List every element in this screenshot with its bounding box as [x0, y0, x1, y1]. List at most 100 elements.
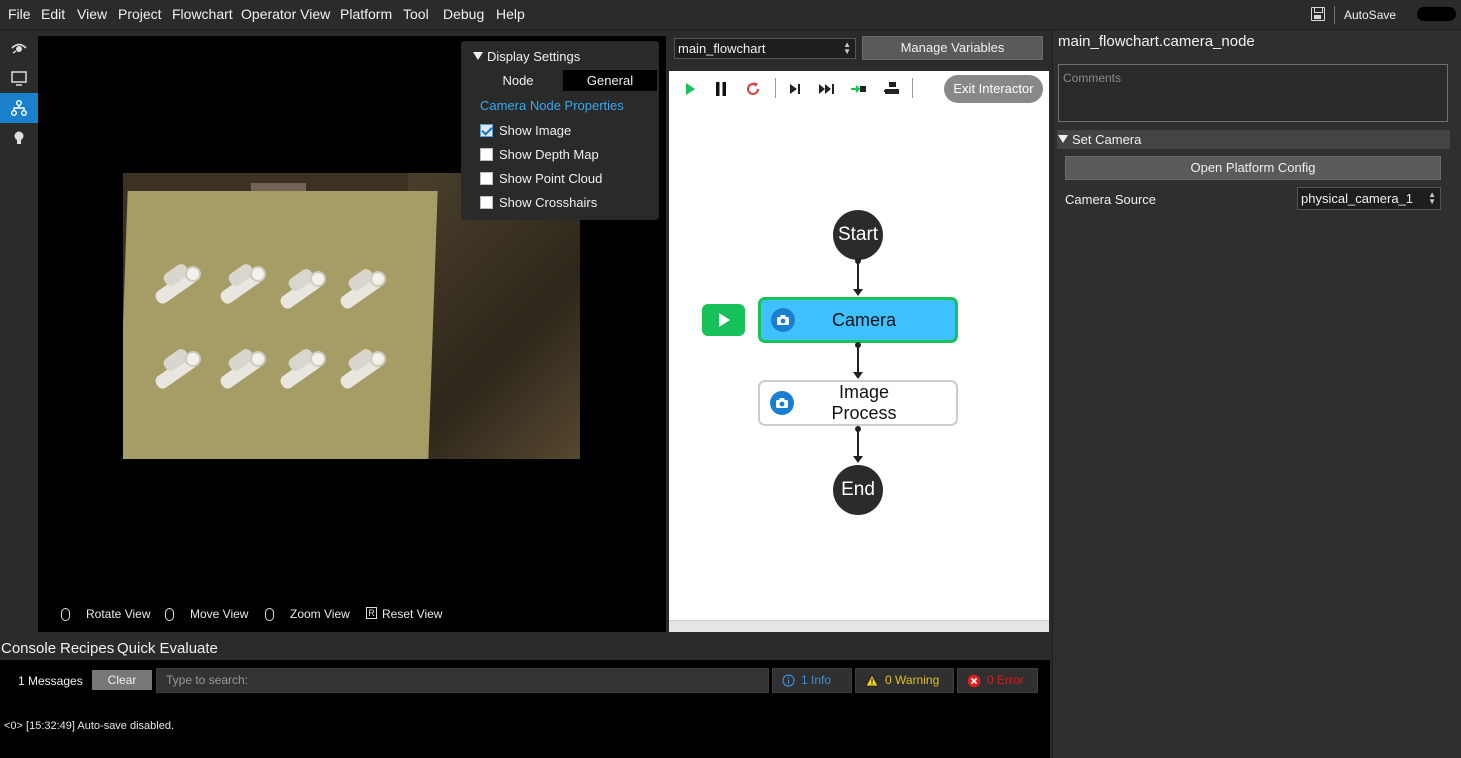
manage-variables-button[interactable]: Manage Variables [862, 36, 1043, 60]
open-platform-config-button[interactable]: Open Platform Config [1065, 156, 1441, 180]
step-over-button[interactable] [817, 79, 837, 99]
flowchart-icon [11, 100, 27, 116]
rail-operator[interactable] [0, 63, 38, 93]
breakpoint-icon [851, 85, 866, 93]
rotate-view-label: Rotate View [86, 607, 151, 621]
flowchart-select-value: main_flowchart [678, 41, 766, 56]
info-filter-button[interactable]: 1 Info [772, 668, 852, 693]
robot-icon [884, 82, 899, 94]
menu-help[interactable]: Help [496, 6, 525, 22]
select-arrows-icon: ▲ ▼ [1428, 190, 1436, 206]
restart-icon [747, 82, 759, 95]
reset-key-icon: R [366, 607, 377, 619]
error-count: 0 Error [987, 673, 1024, 687]
eye-scan-icon [11, 43, 27, 54]
start-node[interactable]: Start [833, 210, 883, 260]
exit-interactor-button[interactable]: Exit Interactor [944, 75, 1043, 103]
run-button[interactable] [680, 79, 700, 99]
show-point-cloud-label: Show Point Cloud [499, 170, 603, 186]
flowchart-select[interactable]: main_flowchart ▲ ▼ [674, 38, 856, 59]
option-show-image[interactable]: Show Image [480, 122, 571, 138]
connector-arrow [853, 456, 863, 463]
step-icon [790, 84, 800, 94]
autosave-toggle[interactable] [1417, 7, 1456, 21]
menu-debug[interactable]: Debug [443, 6, 484, 22]
left-rail [0, 30, 38, 632]
monitor-icon [11, 71, 27, 86]
connector-line [857, 428, 859, 457]
pause-icon [716, 82, 726, 96]
menu-flowchart[interactable]: Flowchart [172, 6, 233, 22]
current-node-indicator [702, 304, 745, 336]
collapse-triangle-icon[interactable] [473, 52, 483, 60]
camera-icon [771, 308, 795, 332]
menu-project[interactable]: Project [118, 6, 162, 22]
display-settings-title[interactable]: Display Settings [487, 49, 580, 64]
menu-view[interactable]: View [77, 6, 107, 22]
restart-button[interactable] [743, 79, 763, 99]
tab-console[interactable]: Console [1, 640, 56, 657]
image-board [123, 191, 438, 459]
collapse-triangle-icon[interactable] [1058, 135, 1068, 143]
image-process-node[interactable]: Image Process [758, 380, 958, 426]
show-point-cloud-checkbox[interactable] [480, 171, 493, 185]
show-depth-map-checkbox[interactable] [480, 147, 493, 161]
rail-vision[interactable] [0, 33, 38, 63]
pipe-fitting [278, 266, 326, 311]
menu-platform[interactable]: Platform [340, 6, 392, 22]
pipe-fitting [153, 261, 201, 306]
save-icon[interactable] [1311, 7, 1325, 21]
pipe-fitting [218, 346, 266, 391]
play-icon [718, 313, 730, 327]
clear-button[interactable]: Clear [92, 670, 152, 690]
connector-line [857, 344, 859, 373]
menu-edit[interactable]: Edit [41, 6, 65, 22]
robot-button[interactable] [882, 79, 902, 99]
tab-quick-evaluate[interactable]: Quick Evaluate [117, 640, 218, 657]
menu-divider [1334, 6, 1335, 24]
show-depth-map-label: Show Depth Map [499, 146, 599, 162]
node-path-title: main_flowchart.camera_node [1058, 33, 1255, 50]
option-show-depth-map[interactable]: Show Depth Map [480, 146, 599, 162]
camera-icon [770, 391, 794, 415]
menu-tool[interactable]: Tool [403, 6, 429, 22]
end-node[interactable]: End [833, 465, 883, 515]
step-button[interactable] [785, 79, 805, 99]
breakpoint-button[interactable] [849, 79, 869, 99]
info-count: 1 Info [801, 673, 832, 687]
select-arrows-icon: ▲ ▼ [843, 40, 851, 56]
camera-source-value: physical_camera_1 [1301, 191, 1414, 206]
reset-view-label: Reset View [382, 607, 443, 621]
show-image-checkbox[interactable] [480, 123, 493, 137]
message-count: 1 Messages [18, 674, 83, 688]
tab-general[interactable]: General [563, 70, 657, 91]
warning-filter-button[interactable]: 0 Warning [855, 668, 954, 693]
pipe-fitting [338, 346, 386, 391]
option-show-crosshairs[interactable]: Show Crosshairs [480, 194, 597, 210]
show-crosshairs-checkbox[interactable] [480, 195, 493, 209]
camera-node[interactable]: Camera [758, 297, 958, 343]
console-search-input[interactable]: Type to search: [156, 668, 769, 693]
flowchart-canvas[interactable] [669, 71, 1049, 632]
toolbar-divider [912, 78, 913, 98]
show-crosshairs-label: Show Crosshairs [499, 194, 598, 210]
set-camera-label: Set Camera [1072, 132, 1142, 147]
rail-flowchart[interactable] [0, 93, 38, 123]
comments-field[interactable]: Comments [1058, 64, 1448, 122]
pipe-fitting [218, 261, 266, 306]
pause-button[interactable] [711, 79, 731, 99]
menu-file[interactable]: File [8, 6, 31, 22]
error-filter-button[interactable]: 0 Error [957, 668, 1038, 693]
menu-operator-view[interactable]: Operator View [241, 6, 330, 22]
toolbar-divider [775, 78, 776, 98]
connector-arrow [853, 372, 863, 379]
rail-tips[interactable] [0, 123, 38, 153]
pipe-fitting [338, 266, 386, 311]
set-camera-section-header[interactable]: Set Camera [1057, 130, 1450, 149]
tab-node[interactable]: Node [473, 70, 563, 91]
tab-recipes[interactable]: Recipes [60, 640, 114, 657]
flowchart-scrollbar[interactable] [669, 620, 1049, 632]
camera-source-select[interactable]: physical_camera_1 ▲ ▼ [1297, 187, 1441, 210]
console-tabs: Console Recipes Quick Evaluate [0, 636, 1050, 660]
option-show-point-cloud[interactable]: Show Point Cloud [480, 170, 602, 186]
